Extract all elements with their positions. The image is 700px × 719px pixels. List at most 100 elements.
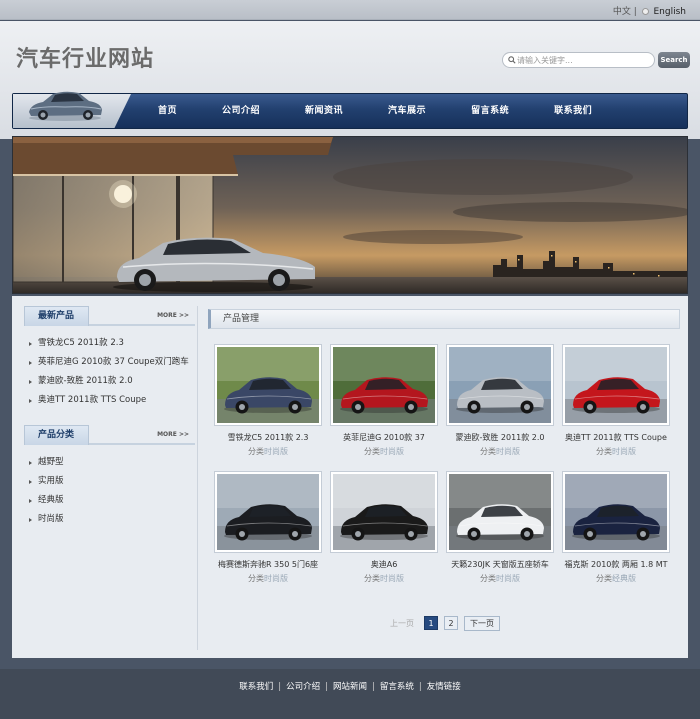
product-card[interactable]: 蒙迪欧-致胜 2011款 2.0 分类时尚版: [446, 344, 554, 457]
product-card[interactable]: 英菲尼迪G 2010款 37 分类时尚版: [330, 344, 438, 457]
product-card[interactable]: 天籁230JK 天窗版五座轿车 分类时尚版: [446, 471, 554, 584]
product-image[interactable]: [214, 471, 322, 553]
category-value[interactable]: 时尚版: [264, 447, 288, 456]
category-item[interactable]: 越野型: [24, 453, 195, 472]
car-photo: [449, 474, 551, 550]
footer-separator: |: [325, 682, 328, 692]
category-label: 分类: [364, 574, 380, 583]
categories-more-link[interactable]: MORE >>: [157, 431, 189, 438]
category-value[interactable]: 时尚版: [612, 447, 636, 456]
footer-link-friends[interactable]: 友情链接: [427, 682, 461, 692]
footer: 联系我们 | 公司介绍 | 网站新闻 | 留言系统 | 友情链接: [0, 669, 700, 719]
nav-item-news[interactable]: 新闻资讯: [305, 94, 343, 128]
footer-link-about[interactable]: 公司介绍: [286, 682, 320, 692]
latest-products-list: 雪铁龙C5 2011款 2.3 英菲尼迪G 2010款 37 Coupe双门跑车…: [24, 334, 195, 410]
lang-chinese-link[interactable]: 中文: [613, 7, 631, 17]
main-content: 产品管理 雪铁龙C5 2011款 2.3 分类时尚版 英菲尼迪G 2010款 3…: [208, 306, 680, 651]
footer-separator: |: [278, 682, 282, 692]
product-card[interactable]: 奥迪A6 分类时尚版: [330, 471, 438, 584]
footer-link-contact[interactable]: 联系我们: [239, 682, 273, 692]
product-card[interactable]: 梅赛德斯奔驰R 350 5门6座 分类时尚版: [214, 471, 322, 584]
car-photo: [217, 474, 319, 550]
category-label: 分类: [596, 574, 612, 583]
car-photo: [217, 347, 319, 423]
product-card[interactable]: 雪铁龙C5 2011款 2.3 分类时尚版: [214, 344, 322, 457]
category-item[interactable]: 经典版: [24, 491, 195, 510]
product-image[interactable]: [214, 344, 322, 426]
pagination: 上一页 1 2 下一页: [390, 615, 500, 631]
category-value[interactable]: 时尚版: [380, 447, 404, 456]
sidebar-divider: [197, 306, 198, 650]
nav-item-about[interactable]: 公司介绍: [222, 94, 260, 128]
language-switcher: 中文 | English: [613, 4, 686, 17]
product-image[interactable]: [446, 344, 554, 426]
category-label: 分类: [364, 447, 380, 456]
latest-product-item[interactable]: 奥迪TT 2011款 TTS Coupe: [24, 391, 195, 410]
search-box: [502, 52, 655, 68]
product-name[interactable]: 福克斯 2010款 两厢 1.8 MT: [562, 559, 670, 570]
category-label: 分类: [480, 447, 496, 456]
nav-item-contact[interactable]: 联系我们: [554, 94, 592, 128]
footer-link-guestbook[interactable]: 留言系统: [380, 682, 414, 692]
car-photo: [565, 474, 667, 550]
product-category: 分类时尚版: [330, 573, 438, 584]
product-name[interactable]: 奥迪TT 2011款 TTS Coupe: [562, 432, 670, 443]
lang-english-link[interactable]: English: [654, 7, 687, 17]
product-image[interactable]: [330, 471, 438, 553]
search-input[interactable]: [517, 54, 651, 66]
category-value[interactable]: 时尚版: [496, 447, 520, 456]
product-card[interactable]: 福克斯 2010款 两厢 1.8 MT 分类经典版: [562, 471, 670, 584]
latest-product-item[interactable]: 蒙迪欧-致胜 2011款 2.0: [24, 372, 195, 391]
product-image[interactable]: [562, 344, 670, 426]
category-label: 分类: [248, 447, 264, 456]
product-card[interactable]: 奥迪TT 2011款 TTS Coupe 分类时尚版: [562, 344, 670, 457]
latest-more-link[interactable]: MORE >>: [157, 312, 189, 319]
category-label: 分类: [248, 574, 264, 583]
category-item[interactable]: 实用版: [24, 472, 195, 491]
product-category: 分类时尚版: [562, 446, 670, 457]
product-name[interactable]: 奥迪A6: [330, 559, 438, 570]
category-value[interactable]: 时尚版: [496, 574, 520, 583]
product-name[interactable]: 雪铁龙C5 2011款 2.3: [214, 432, 322, 443]
latest-product-item[interactable]: 雪铁龙C5 2011款 2.3: [24, 334, 195, 353]
category-value[interactable]: 经典版: [612, 574, 636, 583]
product-category: 分类时尚版: [446, 446, 554, 457]
hero-banner: [12, 136, 688, 294]
categories-list: 越野型 实用版 经典版 时尚版: [24, 453, 195, 529]
car-photo: [565, 347, 667, 423]
logo-car-image: [29, 91, 102, 121]
product-category: 分类时尚版: [214, 446, 322, 457]
header: 汽车行业网站 Search 首页 公司介绍 新闻资讯 汽车展示 留言系统 联系我…: [0, 21, 700, 139]
category-item[interactable]: 时尚版: [24, 510, 195, 529]
globe-icon: [641, 8, 649, 15]
product-image[interactable]: [562, 471, 670, 553]
product-image[interactable]: [446, 471, 554, 553]
product-name[interactable]: 天籁230JK 天窗版五座轿车: [446, 559, 554, 570]
page-1-button[interactable]: 1: [424, 616, 438, 630]
prev-page-button[interactable]: 上一页: [390, 618, 414, 629]
product-image[interactable]: [330, 344, 438, 426]
footer-link-news[interactable]: 网站新闻: [333, 682, 367, 692]
page-2-button[interactable]: 2: [444, 616, 458, 630]
category-value[interactable]: 时尚版: [380, 574, 404, 583]
search-button[interactable]: Search: [658, 52, 690, 68]
categories-title: 产品分类: [24, 425, 89, 445]
latest-product-item[interactable]: 英菲尼迪G 2010款 37 Coupe双门跑车: [24, 353, 195, 372]
product-name[interactable]: 蒙迪欧-致胜 2011款 2.0: [446, 432, 554, 443]
lang-separator: |: [633, 7, 637, 17]
product-category: 分类经典版: [562, 573, 670, 584]
footer-separator: |: [372, 682, 375, 692]
nav-item-showcase[interactable]: 汽车展示: [388, 94, 426, 128]
nav-item-home[interactable]: 首页: [158, 94, 177, 128]
next-page-button[interactable]: 下一页: [464, 615, 500, 631]
nav-items: 首页 公司介绍 新闻资讯 汽车展示 留言系统 联系我们: [158, 94, 637, 128]
footer-links: 联系我们 | 公司介绍 | 网站新闻 | 留言系统 | 友情链接: [0, 680, 700, 692]
footer-separator: |: [418, 682, 422, 692]
product-category: 分类时尚版: [214, 573, 322, 584]
nav-item-guestbook[interactable]: 留言系统: [471, 94, 509, 128]
product-name[interactable]: 英菲尼迪G 2010款 37: [330, 432, 438, 443]
car-photo: [333, 347, 435, 423]
main-nav: 首页 公司介绍 新闻资讯 汽车展示 留言系统 联系我们: [12, 91, 688, 129]
product-name[interactable]: 梅赛德斯奔驰R 350 5门6座: [214, 559, 322, 570]
category-value[interactable]: 时尚版: [264, 574, 288, 583]
